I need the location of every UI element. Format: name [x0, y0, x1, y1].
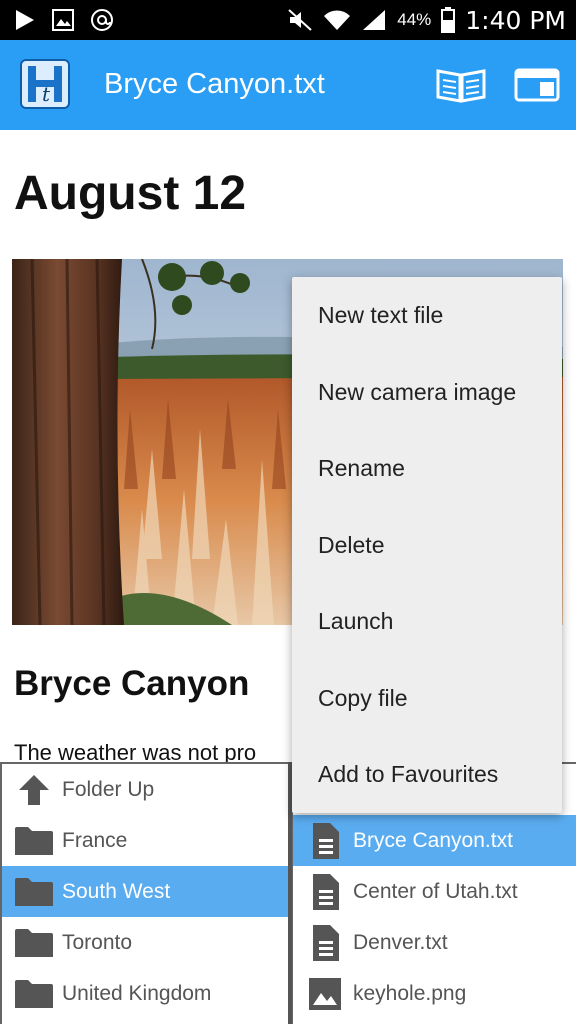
menu-item-rename[interactable]: Rename — [292, 430, 562, 507]
play-icon — [16, 10, 34, 30]
app-logo[interactable]: t — [20, 59, 70, 109]
folder-pane: Folder Up France South West Toronto Unit… — [0, 762, 289, 1024]
app-bar: t Bryce Canyon.txt — [0, 40, 576, 130]
folder-icon — [12, 974, 56, 1014]
clock: 1:40 PM — [465, 5, 566, 35]
file-item-keyhole[interactable]: keyhole.png — [293, 968, 576, 1019]
battery-icon — [441, 7, 456, 33]
folder-item-label: Toronto — [62, 930, 133, 954]
gallery-icon — [52, 9, 74, 31]
menu-item-copy-file[interactable]: Copy file — [292, 660, 562, 737]
file-item-label: Bryce Canyon.txt — [353, 828, 513, 852]
signal-icon — [363, 10, 386, 30]
document-subheading: Bryce Canyon — [14, 664, 250, 703]
arrow-up-icon — [12, 770, 56, 810]
folder-item-south-west[interactable]: South West — [2, 866, 289, 917]
logo-letter: t — [42, 82, 51, 106]
folder-item-united-kingdom[interactable]: United Kingdom — [2, 968, 289, 1019]
text-file-icon — [303, 821, 347, 861]
menu-item-new-text-file[interactable]: New text file — [292, 277, 562, 354]
book-icon — [436, 69, 486, 103]
folder-icon — [12, 821, 56, 861]
reader-view-button[interactable] — [436, 67, 486, 103]
file-item-center-of-utah[interactable]: Center of Utah.txt — [293, 866, 576, 917]
folder-item-label: South West — [62, 879, 171, 903]
image-file-icon — [303, 974, 347, 1014]
folder-icon — [12, 923, 56, 963]
wifi-icon — [324, 10, 351, 30]
folder-item-label: Folder Up — [62, 777, 155, 801]
email-icon — [91, 9, 113, 31]
mute-icon — [288, 9, 312, 31]
menu-item-delete[interactable]: Delete — [292, 507, 562, 584]
file-item-denver[interactable]: Denver.txt — [293, 917, 576, 968]
file-item-label: Denver.txt — [353, 930, 448, 954]
text-file-icon — [303, 872, 347, 912]
folder-item-label: United Kingdom — [62, 981, 212, 1005]
battery-percent: 44% — [397, 10, 432, 29]
menu-item-new-camera-image[interactable]: New camera image — [292, 354, 562, 431]
file-item-bryce-canyon[interactable]: Bryce Canyon.txt — [293, 815, 576, 866]
layout-button[interactable] — [514, 67, 564, 103]
document-heading: August 12 — [14, 167, 247, 220]
menu-item-launch[interactable]: Launch — [292, 583, 562, 660]
file-item-label: Center of Utah.txt — [353, 879, 518, 903]
layout-icon — [514, 68, 560, 102]
context-menu: New text file New camera image Rename De… — [292, 277, 562, 813]
status-bar: 44% 1:40 PM — [0, 0, 576, 40]
folder-item-toronto[interactable]: Toronto — [2, 917, 289, 968]
text-file-icon — [303, 923, 347, 963]
folder-item-label: France — [62, 828, 128, 852]
folder-item-up[interactable]: Folder Up — [2, 764, 289, 815]
folder-item-france[interactable]: France — [2, 815, 289, 866]
folder-icon — [12, 872, 56, 912]
app-title: Bryce Canyon.txt — [104, 68, 325, 100]
menu-item-add-to-favourites[interactable]: Add to Favourites — [292, 736, 562, 813]
file-item-label: keyhole.png — [353, 981, 467, 1005]
